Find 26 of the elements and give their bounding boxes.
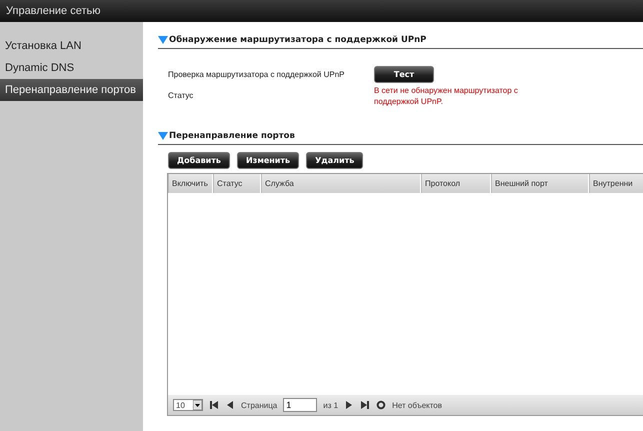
collapse-arrow-icon[interactable] bbox=[158, 132, 168, 140]
sidebar-item[interactable]: Перенаправление портов bbox=[0, 79, 143, 101]
sidebar-item[interactable]: Dynamic DNS bbox=[0, 57, 143, 79]
sidebar-item[interactable]: Установка LAN bbox=[0, 35, 143, 57]
toolbar-button[interactable]: Добавить bbox=[168, 152, 230, 169]
section-title: Перенаправление портов bbox=[169, 131, 295, 141]
collapse-arrow-icon[interactable] bbox=[158, 36, 168, 44]
window-title: Управление сетью bbox=[5, 5, 100, 17]
last-page-icon[interactable] bbox=[360, 400, 370, 410]
toolbar-button[interactable]: Удалить bbox=[306, 152, 364, 169]
field-label: Статус bbox=[168, 91, 194, 102]
section-title: Обнаружение маршрутизатора с поддержкой UPnP bbox=[169, 35, 426, 45]
dropdown-caret-icon bbox=[193, 400, 202, 410]
toolbar-button[interactable]: Изменить bbox=[236, 152, 300, 169]
test-button[interactable]: Тест bbox=[374, 66, 434, 83]
page-label: Страница bbox=[241, 400, 278, 410]
refresh-icon[interactable] bbox=[376, 400, 386, 410]
status-message: В сети не обнаружен маршрутизатор с поддержкой UPnP. bbox=[374, 85, 519, 107]
next-page-icon[interactable] bbox=[344, 400, 354, 410]
page-count: из 1 bbox=[323, 400, 338, 410]
page-size-select[interactable]: 10 bbox=[173, 399, 203, 411]
status-text: Нет объектов bbox=[392, 400, 442, 410]
field-label: Проверка маршрутизатора с поддержкой UPnP bbox=[168, 70, 346, 79]
page-input[interactable]: 1 bbox=[283, 398, 318, 412]
previous-page-icon[interactable] bbox=[225, 400, 235, 410]
first-page-icon[interactable] bbox=[209, 400, 219, 410]
